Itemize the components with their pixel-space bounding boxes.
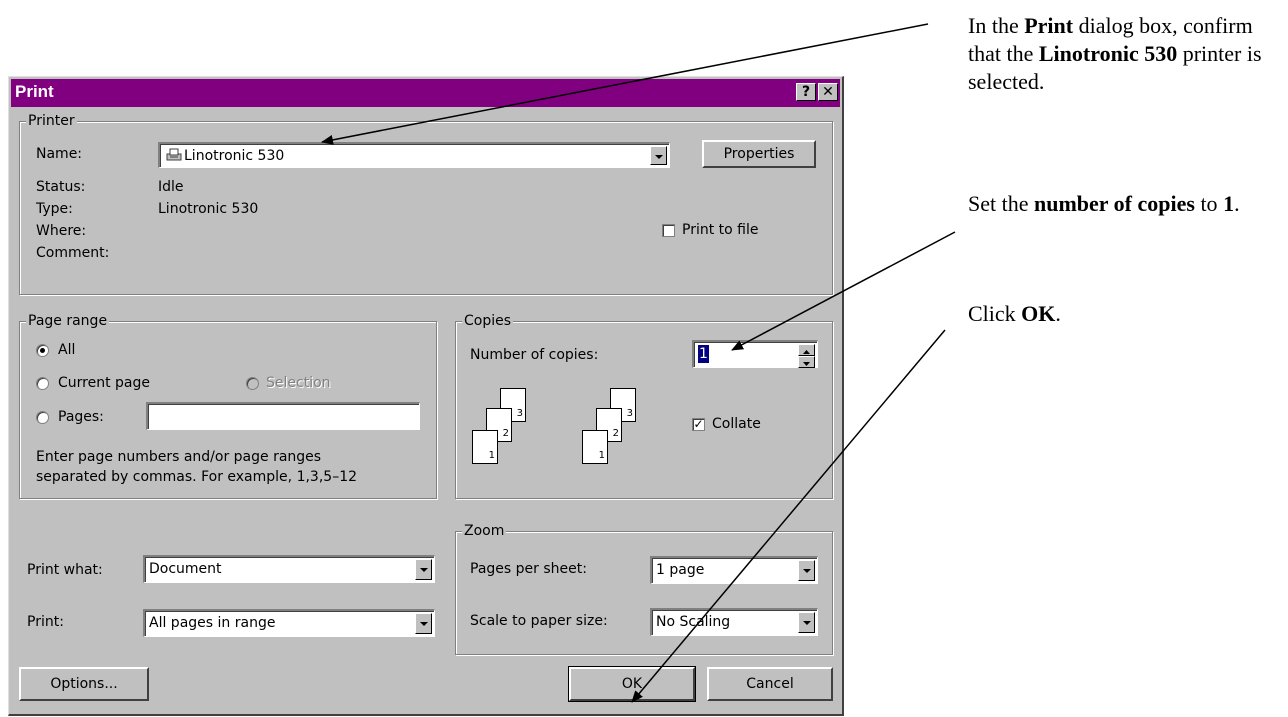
arrow-to-copies [731,231,956,351]
arrow-to-ok [631,329,946,703]
arrow-to-printer-name [321,23,929,145]
callout-arrows [321,23,956,703]
